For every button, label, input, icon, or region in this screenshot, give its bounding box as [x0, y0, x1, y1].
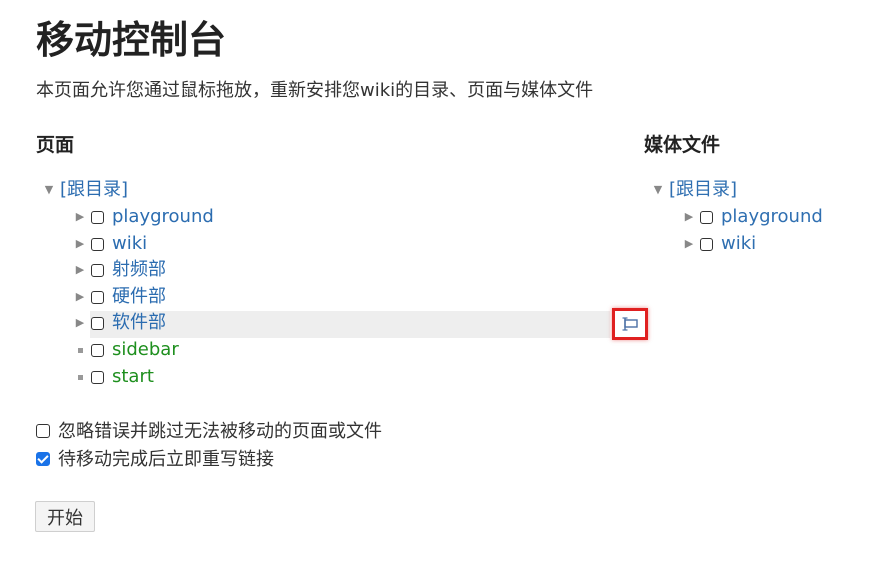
tree-node-rf[interactable]: ▶ 射频部: [75, 257, 166, 283]
page-bullet-icon: [78, 347, 83, 353]
tree-node-label[interactable]: start: [112, 366, 154, 387]
select-checkbox[interactable]: [91, 290, 104, 304]
start-button[interactable]: 开始: [35, 501, 95, 532]
caret-right-icon[interactable]: ▶: [75, 284, 85, 310]
pages-section-title: 页面: [36, 134, 75, 156]
select-checkbox[interactable]: [91, 210, 104, 224]
page-bullet-icon: [78, 374, 83, 380]
media-node-playground[interactable]: ▶ playground: [684, 204, 823, 230]
tree-node-wiki[interactable]: ▶ wiki: [75, 231, 147, 257]
tree-node-sidebar[interactable]: sidebar: [75, 337, 179, 363]
select-checkbox[interactable]: [91, 316, 104, 330]
select-checkbox[interactable]: [700, 237, 713, 251]
select-checkbox[interactable]: [91, 370, 104, 384]
caret-down-icon[interactable]: ▼: [653, 177, 663, 203]
caret-right-icon[interactable]: ▶: [684, 231, 694, 257]
rewrite-links-label[interactable]: 待移动完成后立即重写链接: [58, 449, 274, 470]
tree-node-start[interactable]: start: [75, 364, 154, 390]
caret-right-icon[interactable]: ▶: [75, 204, 85, 230]
rename-handle-icon[interactable]: [612, 308, 648, 340]
caret-right-icon[interactable]: ▶: [75, 310, 85, 336]
pages-root-link[interactable]: [跟目录]: [60, 179, 128, 200]
skip-errors-checkbox[interactable]: [36, 424, 50, 438]
media-node-label[interactable]: wiki: [721, 233, 756, 254]
tree-node-label[interactable]: 硬件部: [112, 286, 166, 307]
tree-node-software[interactable]: ▶ 软件部: [75, 310, 166, 336]
media-root-link[interactable]: [跟目录]: [669, 179, 737, 200]
media-root-node[interactable]: ▼ [跟目录]: [653, 177, 737, 203]
tree-node-label[interactable]: wiki: [112, 233, 147, 254]
media-node-label[interactable]: playground: [721, 206, 823, 227]
rewrite-links-checkbox[interactable]: [36, 452, 50, 466]
option-skip-errors[interactable]: 忽略错误并跳过无法被移动的页面或文件: [36, 419, 382, 445]
media-section-title: 媒体文件: [644, 134, 721, 156]
select-checkbox[interactable]: [91, 237, 104, 251]
caret-down-icon[interactable]: ▼: [44, 177, 54, 203]
pages-root-node[interactable]: ▼ [跟目录]: [44, 177, 128, 203]
rename-icon: [622, 317, 638, 331]
select-checkbox[interactable]: [91, 263, 104, 277]
tree-node-label[interactable]: playground: [112, 206, 214, 227]
tree-node-label[interactable]: 软件部: [112, 312, 166, 333]
option-rewrite-links[interactable]: 待移动完成后立即重写链接: [36, 447, 274, 473]
caret-right-icon[interactable]: ▶: [75, 257, 85, 283]
skip-errors-label[interactable]: 忽略错误并跳过无法被移动的页面或文件: [58, 421, 382, 442]
tree-node-label[interactable]: sidebar: [112, 339, 179, 360]
select-checkbox[interactable]: [700, 210, 713, 224]
caret-right-icon[interactable]: ▶: [75, 231, 85, 257]
caret-right-icon[interactable]: ▶: [684, 204, 694, 230]
media-node-wiki[interactable]: ▶ wiki: [684, 231, 756, 257]
tree-node-hardware[interactable]: ▶ 硬件部: [75, 284, 166, 310]
tree-node-label[interactable]: 射频部: [112, 259, 166, 280]
page-intro: 本页面允许您通过鼠标拖放，重新安排您wiki的目录、页面与媒体文件: [36, 80, 594, 101]
hover-highlight-row: [90, 311, 610, 338]
tree-node-playground[interactable]: ▶ playground: [75, 204, 214, 230]
page-title: 移动控制台: [36, 18, 227, 62]
select-checkbox[interactable]: [91, 343, 104, 357]
